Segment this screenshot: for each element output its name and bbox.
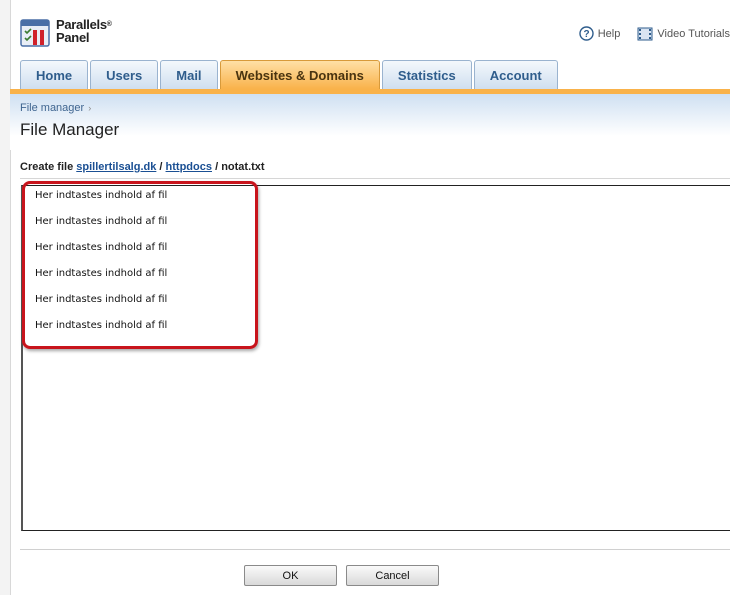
httpdocs-link[interactable]: httpdocs (166, 161, 212, 173)
breadcrumb-file-manager[interactable]: File manager (20, 102, 84, 114)
divider (20, 549, 730, 550)
create-file-path: Create file spillertilsalg.dk / httpdocs… (20, 161, 265, 173)
help-link[interactable]: ? Help (579, 26, 621, 41)
help-label: Help (597, 27, 621, 40)
cancel-button[interactable]: Cancel (346, 565, 439, 586)
tab-account[interactable]: Account (473, 60, 558, 89)
tab-home[interactable]: Home (20, 60, 89, 89)
panel-logo-icon (20, 19, 50, 47)
video-tutorials-label: Video Tutorials (657, 28, 730, 40)
svg-text:?: ? (583, 29, 589, 40)
logo-text: Parallels® Panel (56, 17, 112, 45)
tab-statistics[interactable]: Statistics (381, 60, 472, 89)
parallels-logo: Parallels® Panel (20, 18, 130, 50)
tab-mail[interactable]: Mail (160, 60, 218, 89)
file-name: notat.txt (221, 161, 265, 173)
highlight-annotation (22, 181, 258, 349)
create-file-label: Create file (20, 161, 74, 173)
page-title: File Manager (20, 120, 120, 139)
path-separator: / (159, 161, 163, 173)
top-links: ? Help Video Tutorials (565, 26, 730, 44)
divider (20, 178, 730, 179)
path-separator: / (215, 161, 219, 173)
breadcrumb: File manager › (20, 102, 91, 114)
main-tabs: Home Users Mail Websites & Domains Stati… (20, 60, 560, 90)
video-tutorials-link[interactable]: Video Tutorials (637, 27, 730, 41)
tab-users[interactable]: Users (90, 60, 159, 89)
help-icon: ? (579, 26, 594, 41)
film-icon (637, 27, 653, 41)
tab-websites-domains[interactable]: Websites & Domains (219, 60, 380, 89)
ok-button[interactable]: OK (244, 565, 337, 586)
breadcrumb-arrow-icon: › (88, 103, 92, 113)
domain-link[interactable]: spillertilsalg.dk (76, 161, 156, 173)
